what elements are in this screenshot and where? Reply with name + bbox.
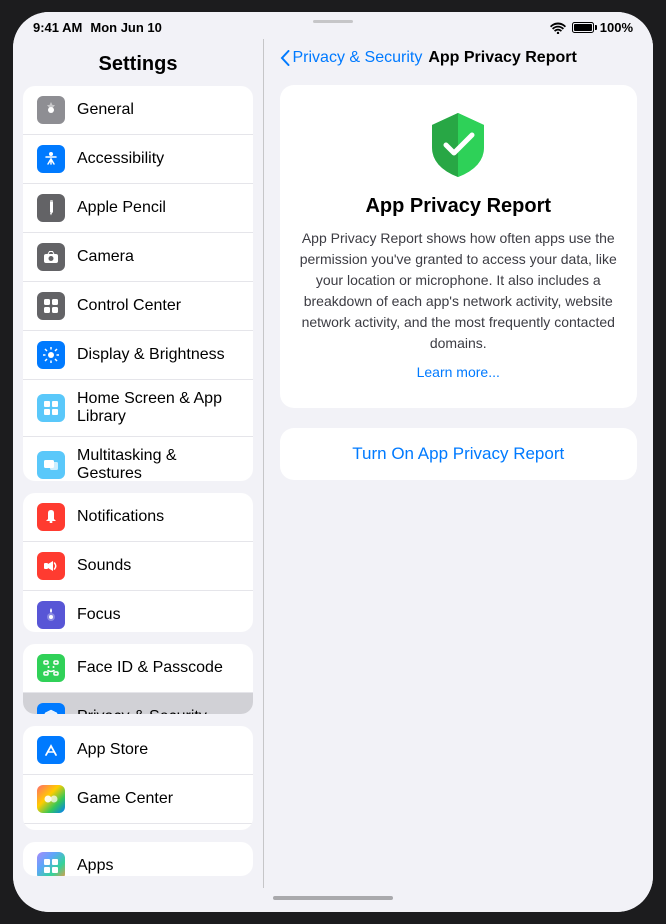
status-right: 100% — [550, 20, 633, 35]
sidebar-item-face-id[interactable]: Face ID & Passcode — [23, 644, 253, 693]
date: Mon Jun 10 — [90, 20, 162, 35]
sidebar-item-general[interactable]: General — [23, 86, 253, 135]
camera-indicator — [313, 20, 353, 23]
sidebar: Settings General Accessibility — [13, 39, 263, 888]
sidebar-item-privacy[interactable]: Privacy & Security — [23, 693, 253, 713]
sidebar-item-apps[interactable]: Apps — [23, 842, 253, 876]
home-bar — [273, 896, 393, 900]
face-id-icon — [37, 654, 65, 682]
nav-bar: Privacy & Security App Privacy Report — [264, 39, 654, 77]
device-frame: 9:41 AM Mon Jun 10 100% Settings — [13, 12, 653, 912]
sounds-icon — [37, 552, 65, 580]
app-store-label: App Store — [77, 741, 239, 759]
face-id-label: Face ID & Passcode — [77, 659, 239, 677]
notifications-icon — [37, 503, 65, 531]
notifications-label: Notifications — [77, 508, 239, 526]
accessibility-label: Accessibility — [77, 150, 239, 168]
back-label: Privacy & Security — [293, 49, 423, 67]
sidebar-item-multitasking[interactable]: Multitasking & Gestures — [23, 437, 253, 481]
control-center-label: Control Center — [77, 297, 239, 315]
report-title: App Privacy Report — [365, 195, 551, 218]
display-brightness-icon — [37, 341, 65, 369]
battery-indicator — [572, 22, 594, 33]
focus-label: Focus — [77, 606, 239, 624]
sidebar-item-app-store[interactable]: App Store — [23, 726, 253, 775]
turn-on-section: Turn On App Privacy Report — [280, 428, 638, 480]
apple-pencil-icon — [37, 194, 65, 222]
battery-percent: 100% — [600, 20, 633, 35]
sidebar-item-home-screen[interactable]: Home Screen & App Library — [23, 380, 253, 437]
sidebar-section-2: Notifications Sounds Focus — [23, 493, 253, 632]
sidebar-section-4: App Store Game Center Wallet & Apple Pay — [23, 726, 253, 830]
general-label: General — [77, 101, 239, 119]
home-indicator — [13, 888, 653, 912]
accessibility-icon — [37, 145, 65, 173]
sidebar-item-notifications[interactable]: Notifications — [23, 493, 253, 542]
sounds-label: Sounds — [77, 557, 239, 575]
multitasking-label: Multitasking & Gestures — [77, 447, 239, 481]
back-chevron-icon — [280, 50, 290, 66]
time: 9:41 AM — [33, 20, 82, 35]
right-panel: Privacy & Security App Privacy Report — [264, 39, 654, 888]
control-center-icon — [37, 292, 65, 320]
app-store-icon — [37, 736, 65, 764]
privacy-shield-icon — [426, 109, 490, 181]
display-brightness-label: Display & Brightness — [77, 346, 239, 364]
game-center-label: Game Center — [77, 790, 239, 808]
focus-icon — [37, 601, 65, 629]
apps-label: Apps — [77, 857, 239, 875]
apple-pencil-label: Apple Pencil — [77, 199, 239, 217]
status-left: 9:41 AM Mon Jun 10 — [33, 20, 162, 35]
game-center-icon — [37, 785, 65, 813]
privacy-label: Privacy & Security — [77, 708, 239, 713]
sidebar-item-display-brightness[interactable]: Display & Brightness — [23, 331, 253, 380]
sidebar-item-control-center[interactable]: Control Center — [23, 282, 253, 331]
wifi-icon — [550, 22, 566, 34]
learn-more-link[interactable]: Learn more... — [417, 364, 500, 380]
sidebar-item-sounds[interactable]: Sounds — [23, 542, 253, 591]
privacy-icon — [37, 703, 65, 713]
page-title: App Privacy Report — [428, 49, 576, 67]
camera-icon — [37, 243, 65, 271]
sidebar-item-wallet[interactable]: Wallet & Apple Pay — [23, 824, 253, 830]
turn-on-button[interactable]: Turn On App Privacy Report — [352, 444, 564, 464]
sidebar-section-5: Apps — [23, 842, 253, 876]
sidebar-item-apple-pencil[interactable]: Apple Pencil — [23, 184, 253, 233]
sidebar-title: Settings — [13, 39, 263, 86]
sidebar-section-1: General Accessibility Apple Pencil — [23, 86, 253, 481]
home-screen-label: Home Screen & App Library — [77, 390, 239, 426]
sidebar-item-accessibility[interactable]: Accessibility — [23, 135, 253, 184]
sidebar-item-focus[interactable]: Focus — [23, 591, 253, 632]
main-content: Settings General Accessibility — [13, 39, 653, 888]
report-description: App Privacy Report shows how often apps … — [300, 228, 618, 354]
sidebar-item-game-center[interactable]: Game Center — [23, 775, 253, 824]
general-icon — [37, 96, 65, 124]
multitasking-icon — [37, 451, 65, 479]
report-card: App Privacy Report App Privacy Report sh… — [280, 85, 638, 408]
sidebar-section-3: Face ID & Passcode Privacy & Security — [23, 644, 253, 713]
camera-label: Camera — [77, 248, 239, 266]
back-button[interactable]: Privacy & Security — [280, 49, 423, 67]
sidebar-item-camera[interactable]: Camera — [23, 233, 253, 282]
home-screen-icon — [37, 394, 65, 422]
apps-icon — [37, 852, 65, 876]
status-bar: 9:41 AM Mon Jun 10 100% — [13, 12, 653, 39]
